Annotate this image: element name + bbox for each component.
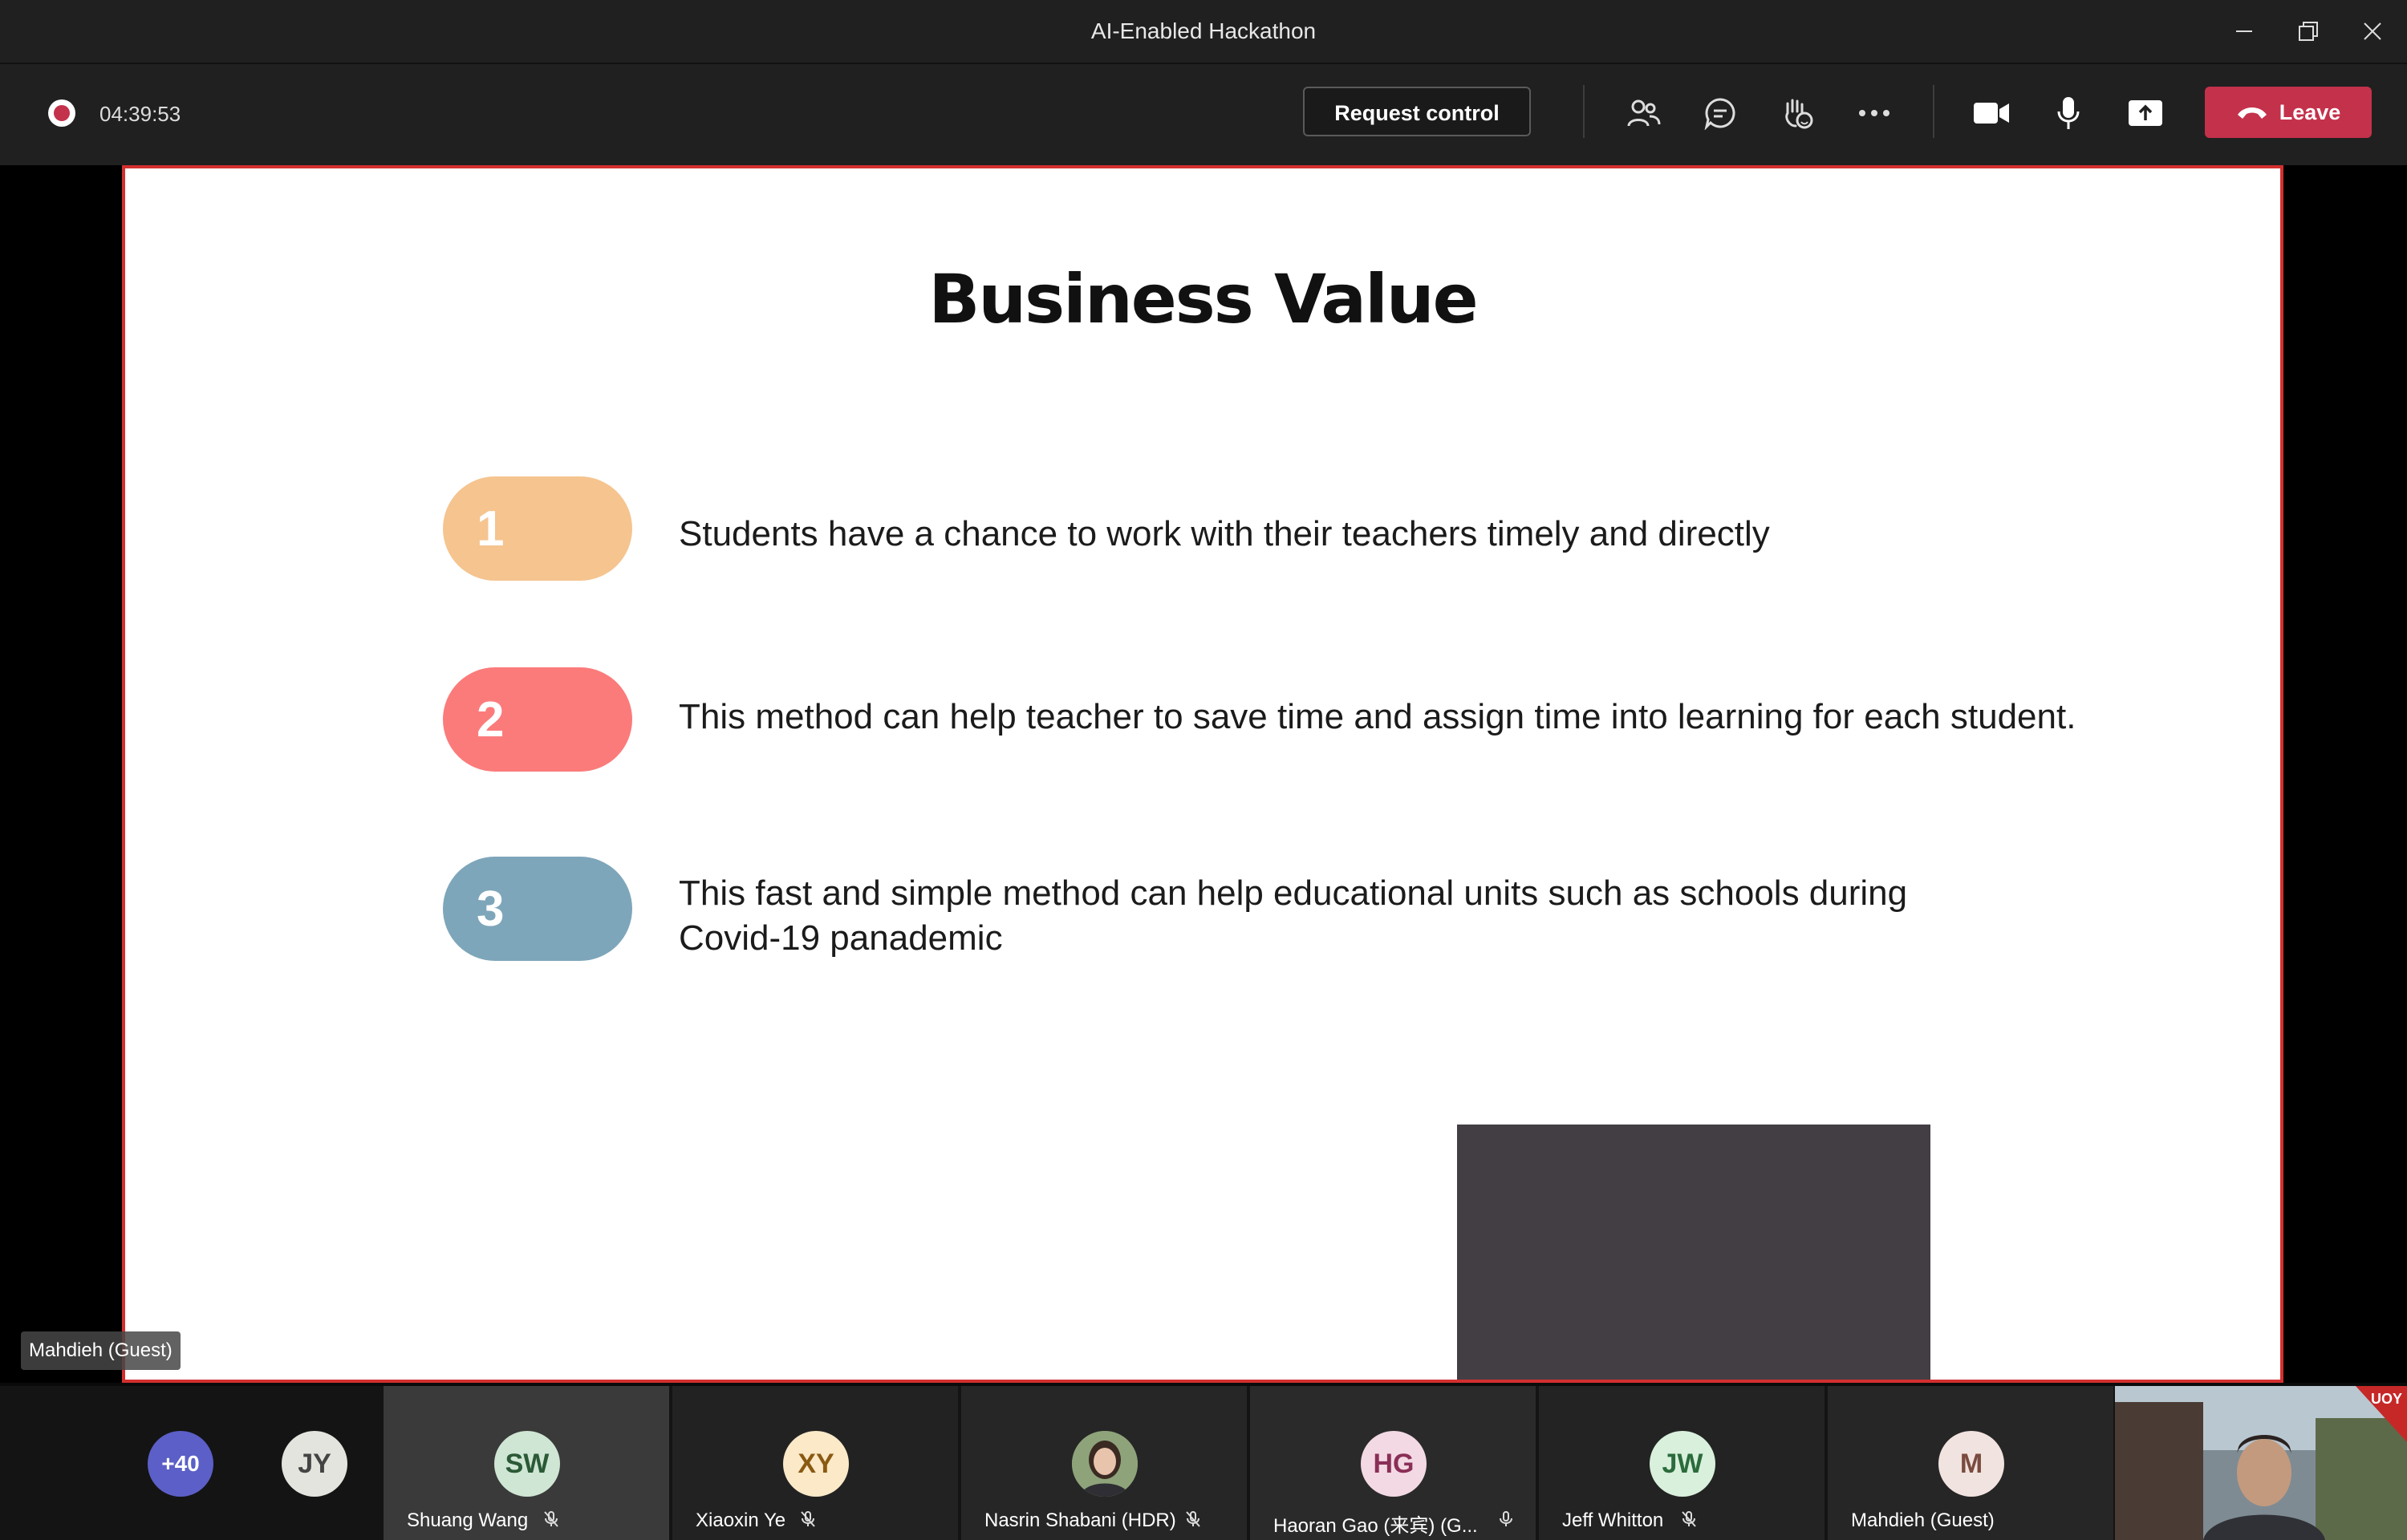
more-icon bbox=[1859, 110, 1889, 116]
point-text: Students have a chance to work with thei… bbox=[679, 514, 1770, 553]
point-number-badge: 3 bbox=[443, 857, 632, 961]
shared-slide: Business Value 1 Students have a chance … bbox=[122, 165, 2283, 1383]
more-actions-button[interactable] bbox=[1842, 83, 1906, 143]
camera-icon bbox=[1974, 103, 2009, 124]
raise-hand-button[interactable] bbox=[1765, 83, 1829, 143]
mic-icon bbox=[1500, 1511, 1512, 1526]
leave-button[interactable]: Leave bbox=[2205, 87, 2372, 138]
participant-name: Xiaoxin Ye bbox=[696, 1510, 786, 1531]
speaker-name-tag: Mahdieh (Guest) bbox=[21, 1331, 181, 1370]
mic-icon bbox=[2057, 97, 2080, 129]
toolbar-divider bbox=[1583, 85, 1585, 138]
mic-off-icon bbox=[1186, 1511, 1200, 1527]
overflow-participants-button[interactable]: +40 bbox=[148, 1431, 213, 1497]
self-video-image bbox=[2115, 1386, 2407, 1540]
point-number: 3 bbox=[477, 881, 505, 937]
recording-dot bbox=[54, 105, 70, 121]
point-text: This fast and simple method can help edu… bbox=[679, 873, 1908, 958]
self-video-preview[interactable]: UOY bbox=[2115, 1386, 2407, 1540]
window-title: AI-Enabled Hackathon bbox=[1090, 18, 1317, 43]
mic-off-icon bbox=[801, 1511, 815, 1527]
phone-icon bbox=[2237, 107, 2267, 119]
leave-label: Leave bbox=[2279, 99, 2341, 124]
minimize-button[interactable] bbox=[2210, 0, 2279, 63]
point-number-badge: 1 bbox=[443, 476, 632, 581]
person-photo-icon bbox=[1072, 1431, 1138, 1497]
people-icon bbox=[1627, 99, 1661, 127]
restore-icon bbox=[2299, 22, 2318, 41]
participant-name: Jeff Whitton bbox=[1562, 1510, 1664, 1531]
point-number-badge: 2 bbox=[443, 667, 632, 772]
share-icon bbox=[2129, 100, 2162, 126]
share-screen-button[interactable] bbox=[2113, 83, 2178, 143]
meeting-timer: 04:39:53 bbox=[99, 102, 181, 126]
mic-off-icon bbox=[1682, 1511, 1696, 1527]
avatar: HG bbox=[1361, 1431, 1427, 1497]
microphone-button[interactable] bbox=[2036, 83, 2101, 143]
request-control-button[interactable]: Request control bbox=[1303, 87, 1531, 136]
participant-name: Haoran Gao (来宾) (G... bbox=[1273, 1515, 1478, 1537]
raise-hand-icon bbox=[1785, 99, 1813, 129]
avatar: M bbox=[1938, 1431, 2004, 1497]
toolbar-divider bbox=[1933, 85, 1934, 138]
participant-name: Shuang Wang bbox=[407, 1510, 529, 1531]
avatar: JW bbox=[1650, 1431, 1715, 1497]
avatar: XY bbox=[783, 1431, 849, 1497]
point-number: 2 bbox=[477, 691, 505, 748]
restore-button[interactable] bbox=[2274, 0, 2343, 63]
participants-button[interactable] bbox=[1611, 83, 1675, 143]
avatar: JY bbox=[282, 1431, 347, 1497]
chat-icon bbox=[1704, 98, 1735, 130]
close-icon bbox=[2364, 22, 2381, 40]
slide-title: Business Value bbox=[928, 260, 1478, 338]
presenter-video-placeholder bbox=[1457, 1125, 1930, 1380]
minimize-icon bbox=[2236, 30, 2252, 32]
chat-button[interactable] bbox=[1688, 83, 1752, 143]
mic-off-icon bbox=[544, 1511, 558, 1527]
point-number: 1 bbox=[477, 500, 505, 557]
participant-name: Mahdieh (Guest) bbox=[1851, 1510, 1995, 1531]
participant-name: Nasrin Shabani (HDR) bbox=[984, 1510, 1176, 1531]
camera-button[interactable] bbox=[1959, 83, 2023, 143]
self-view-badge: UOY bbox=[2370, 1391, 2402, 1407]
point-text: This method can help teacher to save tim… bbox=[679, 697, 2076, 736]
avatar: SW bbox=[494, 1431, 560, 1497]
close-button[interactable] bbox=[2338, 0, 2407, 63]
participant-photo bbox=[1072, 1431, 1138, 1497]
